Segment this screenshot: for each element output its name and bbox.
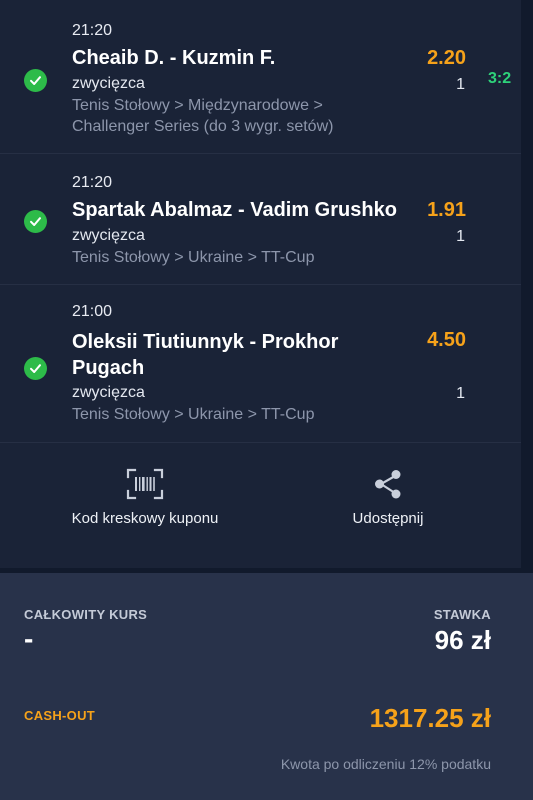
total-odds-value: - [24,623,34,654]
barcode-button[interactable]: Kod kreskowy kuponu [35,468,255,527]
cashout-label: CASH-OUT [24,708,96,723]
market-name: zwycięzca [72,75,145,92]
league-path-line2: Challenger Series (do 3 wygr. setów) [72,118,334,135]
barcode-icon [126,468,164,500]
bet-odds: 4.50 [427,329,466,351]
match-name: Oleksii Tiutiunnyk - Prokhor [72,331,339,353]
bet-item[interactable]: 21:20 Cheaib D. - Kuzmin F. 2.20 zwycięz… [0,0,521,154]
check-circle-icon [24,69,47,92]
market-name: zwycięzca [72,227,145,244]
league-path: Tenis Stołowy > Międzynarodowe > [72,97,323,114]
bet-pick: 1 [456,228,465,245]
market-name: zwycięzca [72,384,145,401]
share-button[interactable]: Udostępnij [278,468,498,527]
share-icon [375,470,401,499]
bet-odds: 1.91 [427,199,466,221]
stake-value: 96 zł [434,625,491,655]
check-circle-icon [24,210,47,233]
bet-time: 21:20 [72,22,113,39]
bet-time: 21:00 [72,303,113,320]
bet-summary-panel: CAŁKOWITY KURS - STAWKA 96 zł CASH-OUT 1… [0,573,533,800]
match-name-line2: Pugach [72,357,145,379]
bet-time: 21:20 [72,174,113,191]
match-name: Spartak Abalmaz - Vadim Grushko [72,199,397,221]
share-label: Udostępnij [352,510,424,527]
total-odds-label: CAŁKOWITY KURS [24,607,148,622]
match-name: Cheaib D. - Kuzmin F. [72,47,276,69]
bet-odds: 2.20 [427,47,466,69]
check-circle-icon [24,357,47,380]
league-path: Tenis Stołowy > Ukraine > TT-Cup [72,249,315,266]
league-path: Tenis Stołowy > Ukraine > TT-Cup [72,406,315,423]
bet-pick: 1 [456,385,465,402]
bet-pick: 1 [456,76,465,93]
bet-slip-card: 21:20 Cheaib D. - Kuzmin F. 2.20 zwycięz… [0,0,521,568]
cashout-value[interactable]: 1317.25 zł [370,703,491,734]
bet-item[interactable]: 21:00 Oleksii Tiutiunnyk - Prokhor Pugac… [0,285,521,443]
stake-label: STAWKA [433,607,491,622]
match-score: 3:2 [488,70,512,87]
tax-note: Kwota po odliczeniu 12% podatku [280,756,491,772]
bet-item[interactable]: 21:20 Spartak Abalmaz - Vadim Grushko 1.… [0,154,521,285]
barcode-label: Kod kreskowy kuponu [71,510,219,527]
